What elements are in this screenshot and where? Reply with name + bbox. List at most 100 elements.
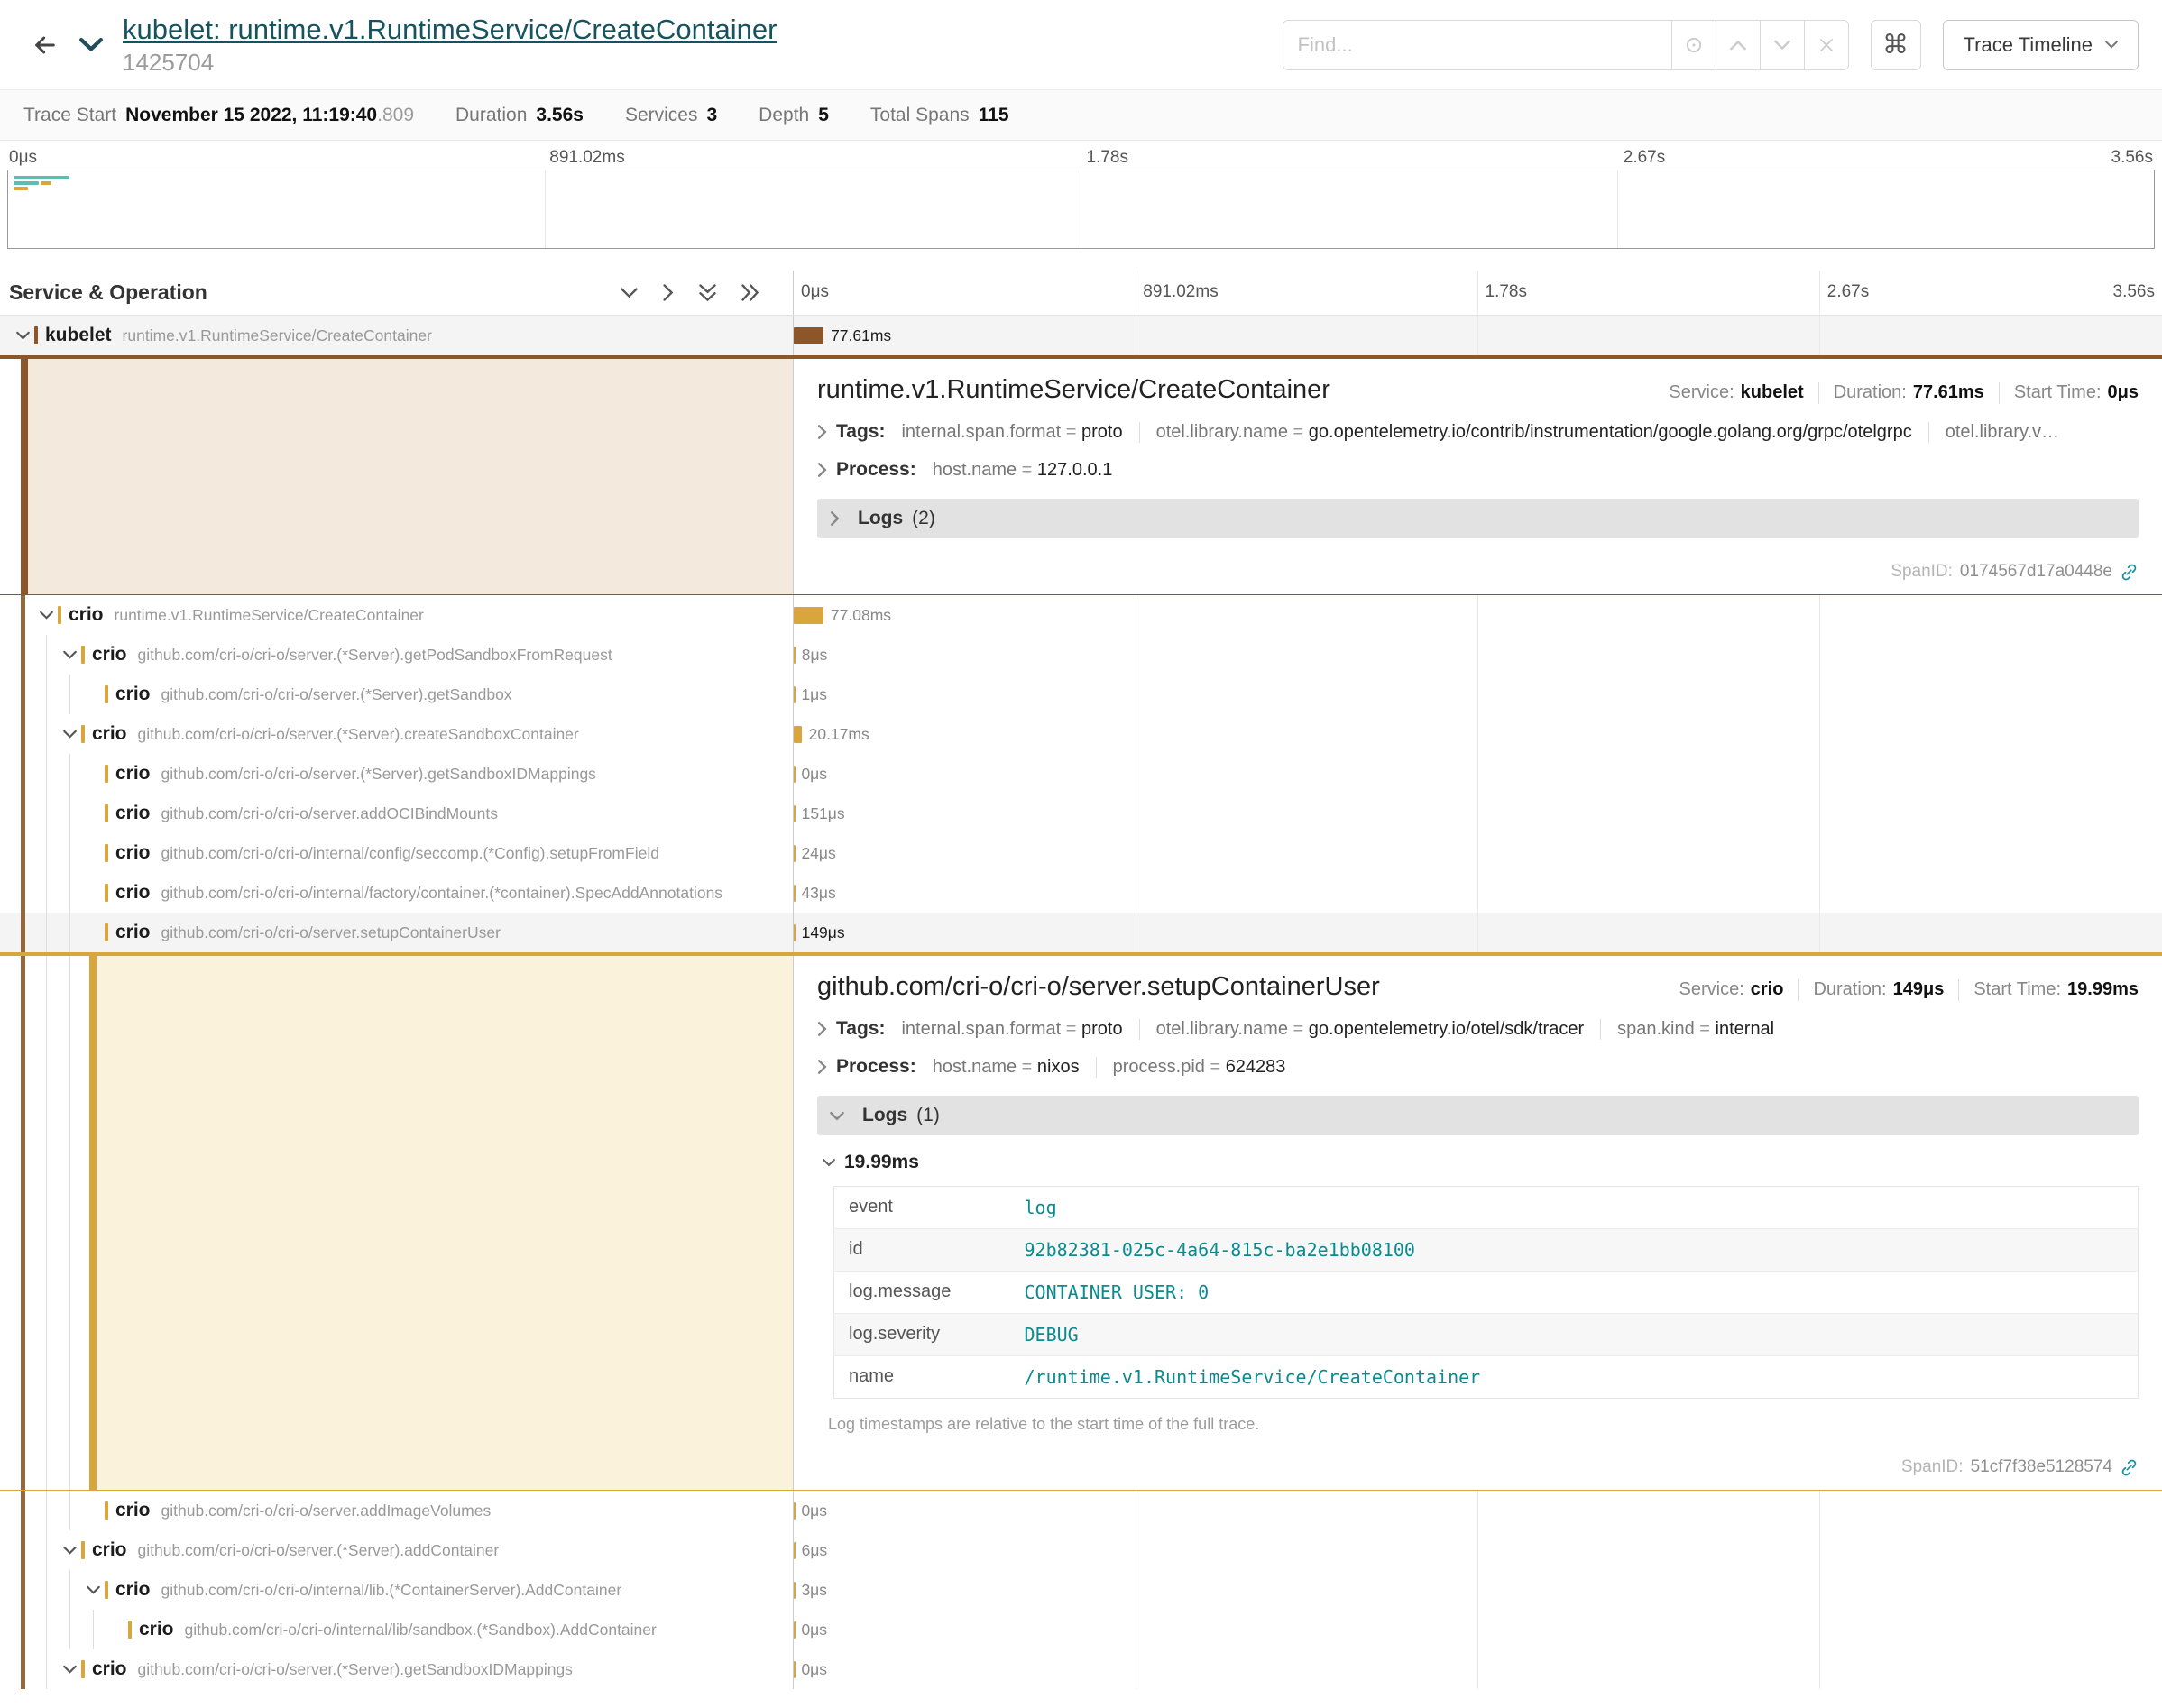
span-row[interactable]: crio github.com/cri-o/cri-o/internal/fac… [0, 873, 2162, 913]
span-timeline-cell: 77.08ms [794, 595, 2162, 635]
span-service-name: crio [115, 1500, 151, 1521]
clear-find-button[interactable] [1805, 20, 1849, 70]
tag-item: otel.library.v… [1928, 422, 2059, 443]
indent-guide [46, 675, 47, 714]
span-row[interactable]: crio github.com/cri-o/cri-o/server.addOC… [0, 794, 2162, 833]
expand-all-button[interactable] [741, 284, 759, 301]
span-color-indicator [105, 1501, 108, 1520]
back-button[interactable] [23, 23, 67, 67]
next-match-button[interactable] [1761, 20, 1805, 70]
command-icon: ⌘ [1882, 29, 1909, 60]
span-row[interactable]: crio github.com/cri-o/cri-o/server.addIm… [0, 1491, 2162, 1530]
service-operation-header: Service & Operation [9, 280, 621, 305]
process-accordian[interactable]: Process: host.name = nixosprocess.pid = … [817, 1056, 2139, 1078]
span-expand-chevron[interactable] [60, 650, 79, 659]
indent-guide [21, 873, 25, 913]
collapse-trace-header-button[interactable] [72, 31, 110, 60]
span-detail-indent [0, 956, 794, 1490]
span-timeline-cell: 151μs [794, 794, 2162, 833]
span-expand-chevron[interactable] [60, 1546, 79, 1555]
focus-match-button[interactable] [1672, 20, 1716, 70]
span-row[interactable]: crio github.com/cri-o/cri-o/server.(*Ser… [0, 754, 2162, 794]
span-expand-chevron[interactable] [83, 1585, 103, 1594]
span-row[interactable]: crio github.com/cri-o/cri-o/server.(*Ser… [0, 675, 2162, 714]
arrow-left-icon [31, 31, 60, 60]
span-row[interactable]: crio github.com/cri-o/cri-o/internal/lib… [0, 1570, 2162, 1610]
span-bar[interactable] [794, 1502, 796, 1520]
span-bar[interactable] [794, 686, 796, 703]
indent-guide [69, 873, 70, 913]
collapse-one-level-button[interactable] [621, 284, 638, 301]
span-bar[interactable] [794, 726, 802, 743]
span-operation-name: github.com/cri-o/cri-o/internal/factory/… [161, 884, 723, 903]
span-row[interactable]: crio github.com/cri-o/cri-o/server.(*Ser… [0, 635, 2162, 675]
log-fields-table: eventlogid92b82381-025c-4a64-815c-ba2e1b… [833, 1186, 2139, 1399]
chevron-right-icon [817, 425, 827, 439]
span-row[interactable]: crio github.com/cri-o/cri-o/server.(*Ser… [0, 1530, 2162, 1570]
span-color-indicator [81, 725, 85, 743]
span-service-name: crio [115, 1579, 151, 1601]
span-bar[interactable] [794, 885, 796, 902]
span-row[interactable]: crio github.com/cri-o/cri-o/server.(*Ser… [0, 1649, 2162, 1689]
span-operation-name: github.com/cri-o/cri-o/server.(*Server).… [138, 1541, 500, 1560]
span-operation-name: github.com/cri-o/cri-o/server.(*Server).… [138, 646, 612, 665]
trace-view-selector[interactable]: Trace Timeline [1943, 20, 2139, 70]
span-bar[interactable] [794, 1661, 796, 1678]
span-bar[interactable] [794, 607, 823, 624]
span-expand-chevron[interactable] [36, 611, 56, 620]
span-row[interactable]: crio github.com/cri-o/cri-o/internal/lib… [0, 1610, 2162, 1649]
indent-guide [69, 956, 70, 1490]
chevron-down-icon [1774, 40, 1790, 51]
span-timeline-cell: 24μs [794, 833, 2162, 873]
minimap-tick: 3.56s [2111, 148, 2153, 168]
find-group [1283, 20, 1849, 70]
span-expand-chevron[interactable] [60, 1665, 79, 1674]
span-row[interactable]: crio runtime.v1.RuntimeService/CreateCon… [0, 595, 2162, 635]
span-bar[interactable] [794, 805, 796, 822]
chevron-right-icon [817, 1022, 827, 1036]
find-input[interactable] [1283, 20, 1672, 70]
log-entry-toggle[interactable]: 19.99ms [823, 1152, 2139, 1173]
indent-guide [69, 794, 70, 833]
span-color-indicator [105, 685, 108, 703]
span-bar[interactable] [794, 845, 796, 862]
indent-guide [46, 913, 47, 952]
span-detail-meta: Service:kubelet Duration:77.61ms Start T… [1669, 382, 2139, 404]
span-bar[interactable] [794, 1582, 796, 1599]
span-expand-chevron[interactable] [13, 331, 32, 340]
span-bar[interactable] [794, 647, 796, 664]
minimap-span [14, 187, 28, 190]
collapse-all-button[interactable] [699, 284, 716, 301]
tags-accordian[interactable]: Tags: internal.span.format = protootel.l… [817, 1018, 2139, 1040]
minimap-canvas[interactable] [7, 170, 2155, 249]
copy-link-icon[interactable] [2120, 563, 2139, 582]
span-bar[interactable] [794, 924, 796, 941]
previous-match-button[interactable] [1716, 20, 1761, 70]
copy-link-icon[interactable] [2120, 1458, 2139, 1477]
span-bar[interactable] [794, 1621, 796, 1639]
span-row[interactable]: crio github.com/cri-o/cri-o/server.setup… [0, 913, 2162, 952]
span-row[interactable]: kubelet runtime.v1.RuntimeService/Create… [0, 316, 2162, 355]
expand-one-level-button[interactable] [663, 284, 674, 301]
tag-item: internal.span.format = proto [901, 1019, 1122, 1040]
tags-accordian[interactable]: Tags: internal.span.format = protootel.l… [817, 421, 2139, 443]
span-row[interactable]: crio github.com/cri-o/cri-o/internal/con… [0, 833, 2162, 873]
tag-item: span.kind = internal [1600, 1019, 1774, 1040]
span-expand-chevron[interactable] [60, 730, 79, 739]
span-bar[interactable] [794, 1542, 796, 1559]
span-operation-name: github.com/cri-o/cri-o/server.(*Server).… [138, 1660, 573, 1679]
span-service-name: crio [115, 803, 151, 824]
indent-guide [46, 1570, 47, 1610]
span-bar[interactable] [794, 766, 796, 783]
span-row[interactable]: crio github.com/cri-o/cri-o/server.(*Ser… [0, 714, 2162, 754]
ruler-tick: 891.02ms [1143, 282, 1218, 302]
logs-accordian-toggle[interactable]: Logs (2) [817, 499, 2139, 538]
span-bar[interactable] [794, 327, 823, 344]
keyboard-shortcuts-button[interactable]: ⌘ [1871, 20, 1921, 70]
chevron-right-icon [817, 463, 827, 477]
process-accordian[interactable]: Process: host.name = 127.0.0.1 [817, 459, 2139, 481]
span-color-indicator [105, 923, 108, 941]
trace-title-link[interactable]: kubelet: runtime.v1.RuntimeService/Creat… [123, 14, 777, 45]
logs-accordian-toggle[interactable]: Logs (1) [817, 1096, 2139, 1135]
indent-guide [21, 714, 25, 754]
